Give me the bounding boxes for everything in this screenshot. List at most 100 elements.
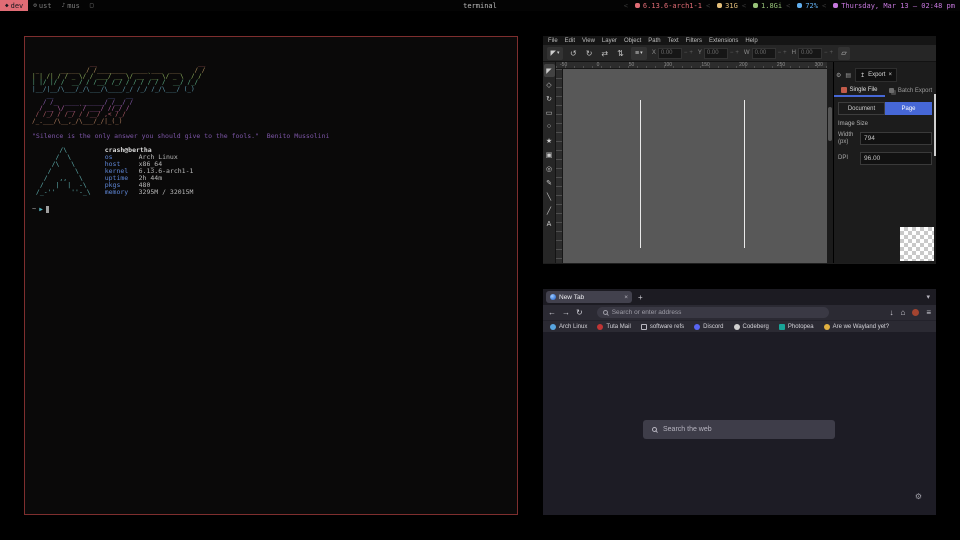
tool-button[interactable]: ◇ [544,78,555,91]
ruler-label: 100 [664,62,672,68]
tool-button[interactable]: ▣ [544,148,555,161]
url-bar[interactable]: Search or enter address [597,307,829,318]
tool-button[interactable]: A [544,218,555,231]
reload-button[interactable]: ↻ [576,308,583,317]
account-avatar[interactable] [912,309,919,316]
menu-item[interactable]: Layer [602,38,617,44]
web-search-box[interactable]: Search the web [643,420,835,439]
menu-item[interactable]: Edit [565,38,575,44]
bookmark-item[interactable]: Photopea [779,324,814,330]
tab-close-icon[interactable]: × [624,294,628,301]
tool-button[interactable]: ○ [544,120,555,133]
new-tab-button[interactable]: + [638,293,643,302]
forward-button[interactable]: → [562,308,570,317]
page-border-right [744,100,745,248]
inkscape-window: File Edit View Layer Object Path Text Filters Ex… [543,36,936,264]
bookmark-item[interactable]: Tuta Mail [597,324,630,330]
dpi-label: DPI [838,155,860,162]
personalize-gear-icon[interactable]: ⚙ [915,492,922,501]
tool-icon: ✎ [546,179,552,187]
export-dialog-tab[interactable]: ↥ Export × [855,68,897,82]
fortune-quote: "Silence is the only answer you should g… [32,132,510,140]
menu-item[interactable]: Path [648,38,660,44]
stepper-plus[interactable]: + [689,50,693,56]
app-menu-button[interactable]: ≡ [926,308,931,317]
scope-page-button[interactable]: Page [885,102,932,115]
ascii-banner-line: /_.___/\__,_/\___/_/|_(_) [32,119,510,125]
dialog-layers-icon[interactable]: ▤ [845,72,851,79]
coordinate-field-input[interactable]: 0.00 [752,48,776,59]
home-button[interactable]: ⌂ [900,308,905,317]
downloads-button[interactable]: ↓ [889,308,893,317]
menu-item[interactable]: Filters [686,38,702,44]
stepper-plus[interactable]: + [783,50,787,56]
tool-button[interactable]: ╲ [544,190,555,203]
scope-document-button[interactable]: Document [838,102,885,115]
panel-scrollbar-thumb[interactable] [934,94,936,156]
stepper-minus[interactable]: − [730,50,734,56]
tool-button[interactable]: ★ [544,134,555,147]
ruler-label: 0 [597,62,600,68]
tool-button[interactable]: ◎ [544,162,555,175]
stepper-minus[interactable]: − [684,50,688,56]
scale-options-icon[interactable]: ▱ [838,47,850,60]
align-dropdown[interactable]: ≡▾ [631,47,647,60]
menu-item[interactable]: View [582,38,595,44]
tool-button[interactable]: ↻ [544,92,555,105]
coordinate-field: Y 0.00 − + [698,48,739,59]
browser-active-tab[interactable]: New Tab × [546,291,632,303]
pfetch-value: 3295M / 32015M [139,188,194,196]
terminal-window[interactable]: __ __ _ _____ / /________ ____ ___ ___ /… [24,36,518,515]
list-all-tabs-icon[interactable]: ▾ [926,293,930,301]
dialog-settings-icon[interactable]: ⚙ [836,72,841,79]
menu-item[interactable]: Extensions [709,38,738,44]
coordinate-field: X 0.00 − + [652,48,693,59]
stepper-minus[interactable]: − [778,50,782,56]
ruler-label: -50 [560,62,567,68]
coordinate-field-input[interactable]: 0.00 [658,48,682,59]
coordinate-field-input[interactable]: 0.00 [798,48,822,59]
terminal-cursor [46,206,49,213]
bookmark-item[interactable]: Arch Linux [550,324,587,330]
menu-item[interactable]: Help [745,38,757,44]
shell-prompt[interactable]: ~ ▶ [32,205,510,213]
menu-item[interactable]: Object [624,38,641,44]
tool-icon: ▭ [546,109,553,117]
bookmark-item[interactable]: software refs [641,324,684,330]
selection-mode-dropdown[interactable]: ◤▾ [547,47,563,60]
tab-single-file[interactable]: Single File [834,84,885,97]
rotate-cw-icon[interactable]: ↻ [584,49,595,58]
tool-button[interactable]: ✎ [544,176,555,189]
tool-button[interactable]: ◤ [544,64,555,77]
bookmark-item[interactable]: Discord [694,324,723,330]
back-button[interactable]: ← [548,308,556,317]
rotate-ccw-icon[interactable]: ↺ [568,49,579,58]
menu-item[interactable]: Text [668,38,679,44]
dpi-input[interactable]: 96.00 [860,152,932,165]
inkscape-canvas[interactable] [563,69,827,263]
tab-batch-export[interactable]: Batch Export [885,84,936,97]
flip-horizontal-icon[interactable]: ⇄ [599,49,610,58]
ruler-label: 150 [701,62,709,68]
status-bar: ◆ dev ⚙ ust ♪ mus □ terminal < [0,0,960,11]
stepper-minus[interactable]: − [824,50,828,56]
ruler-label: 300 [815,62,823,68]
coordinate-field-input[interactable]: 0.00 [704,48,728,59]
menu-item[interactable]: File [548,38,558,44]
status-module-value: Thursday, Mar 13 — 02:48 pm [841,2,955,10]
export-tab-label: Export [868,72,885,78]
stepper-plus[interactable]: + [735,50,739,56]
tool-button[interactable]: ╱ [544,204,555,217]
export-tab-close-icon[interactable]: × [888,72,892,78]
tool-button[interactable]: ▭ [544,106,555,119]
inkscape-menubar: File Edit View Layer Object Path Text Filters Ex… [543,36,936,45]
canvas-scrollbar-thumb[interactable] [828,107,832,141]
bookmark-item[interactable]: Codeberg [734,324,769,330]
stepper-plus[interactable]: + [829,50,833,56]
bookmark-item[interactable]: Are we Wayland yet? [824,324,889,330]
flip-vertical-icon[interactable]: ⇅ [615,49,626,58]
status-module-value: 1.8Gi [761,2,782,10]
web-search-placeholder: Search the web [663,426,712,433]
width-input[interactable]: 794 [860,132,932,145]
tool-icon: ◇ [546,81,551,89]
